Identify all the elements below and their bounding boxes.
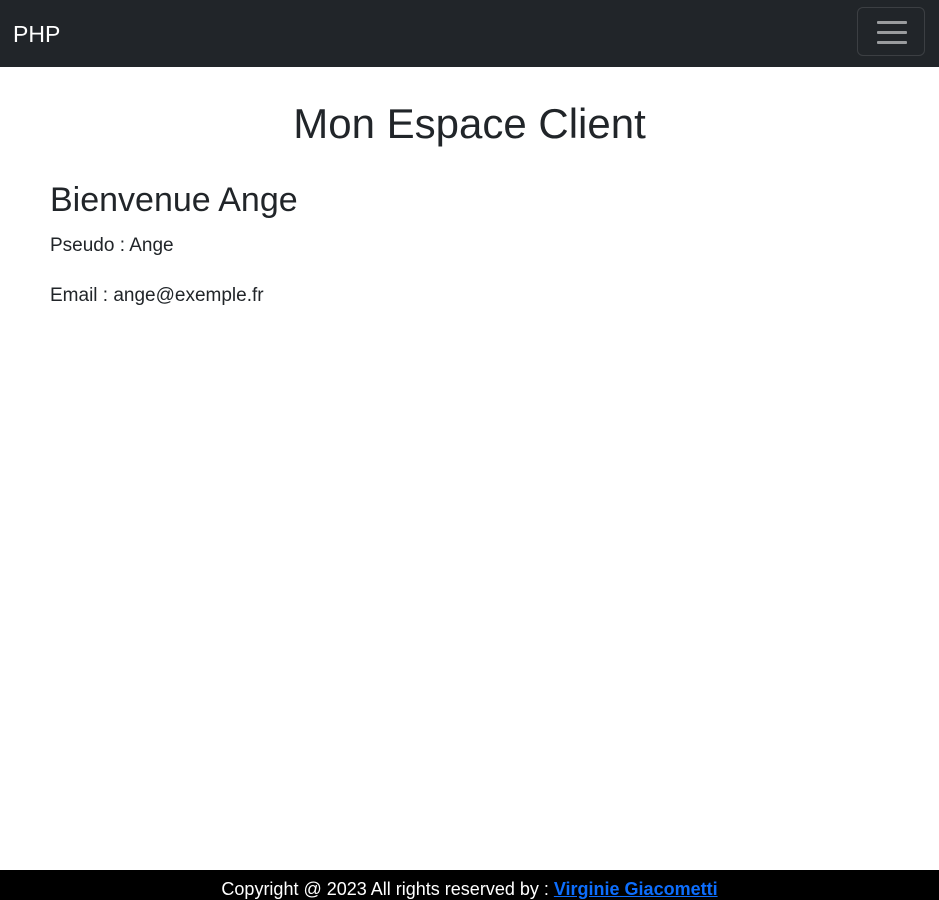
navbar-brand[interactable]: PHP <box>13 18 60 50</box>
navbar: PHP <box>0 0 939 67</box>
footer: Copyright @ 2023 All rights reserved by … <box>0 870 939 900</box>
navbar-toggler-button[interactable] <box>857 7 925 56</box>
footer-author-link[interactable]: Virginie Giacometti <box>554 879 718 899</box>
hamburger-menu-icon <box>877 21 907 44</box>
page-title: Mon Espace Client <box>293 100 646 147</box>
welcome-heading: Bienvenue Ange <box>50 181 298 219</box>
email-text: Email : ange@exemple.fr <box>50 285 264 306</box>
pseudo-text: Pseudo : Ange <box>50 235 174 256</box>
footer-copyright: Copyright @ 2023 All rights reserved by … <box>221 879 554 899</box>
